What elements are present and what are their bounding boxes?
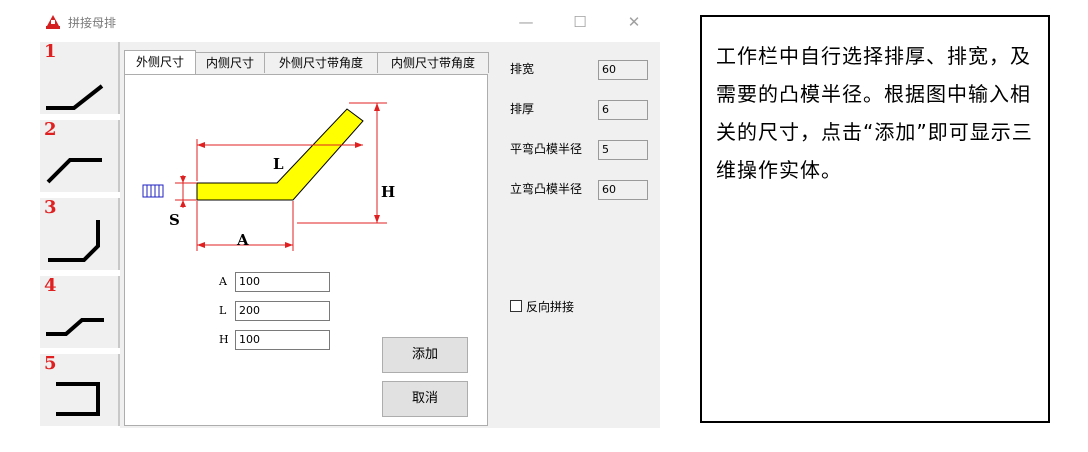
instruction-text: 工作栏中自行选择排厚、排宽，及需要的凸模半径。根据图中输入相关的尺寸，点击“添加… — [716, 44, 1033, 182]
tab-inner-size[interactable]: 内侧尺寸 — [195, 52, 265, 73]
param-label-width: 排宽 — [510, 62, 535, 76]
busbar-diagram — [142, 102, 387, 251]
dim-label-H: H — [381, 183, 396, 201]
input-label-H: H — [219, 333, 229, 346]
reverse-checkbox-label: 反向拼接 — [526, 300, 575, 314]
param-edge-punch-radius-field[interactable]: 60 — [598, 180, 648, 200]
param-label-edge-punch-radius: 立弯凸模半径 — [510, 182, 583, 196]
window-title: 拼接母排 — [68, 16, 117, 30]
bend-shape-5-icon — [56, 382, 100, 416]
tab-outer-size[interactable]: 外侧尺寸 — [124, 50, 196, 75]
title-bar: 拼接母排 — ☐ ✕ — [40, 8, 660, 36]
input-A[interactable]: 100 — [235, 272, 330, 292]
sidebar-item-shape-5[interactable]: 5 — [40, 354, 120, 426]
section-icon — [142, 184, 164, 198]
bend-shape-4-icon — [46, 318, 104, 336]
reverse-checkbox[interactable] — [510, 300, 522, 312]
tab-page-outer-size: L H A S A 100 L 200 H 100 添加 取消 — [124, 74, 488, 426]
dim-label-S: S — [169, 211, 180, 229]
maximize-button[interactable]: ☐ — [568, 12, 592, 32]
tab-inner-size-angle[interactable]: 内侧尺寸带角度 — [377, 52, 489, 73]
input-label-A: A — [219, 275, 227, 288]
minimize-button[interactable]: — — [514, 12, 538, 32]
app-window: 拼接母排 — ☐ ✕ 1 2 3 4 5 外侧尺寸 内侧尺寸 外侧尺寸带角度 内… — [40, 8, 660, 428]
input-H[interactable]: 100 — [235, 330, 330, 350]
dim-label-A: A — [237, 231, 249, 249]
param-label-thickness: 排厚 — [510, 102, 535, 116]
param-flat-punch-radius-field[interactable]: 5 — [598, 140, 648, 160]
app-logo-icon — [44, 14, 62, 30]
sidebar-item-shape-3[interactable]: 3 — [40, 198, 120, 270]
param-label-flat-punch-radius: 平弯凸模半径 — [510, 142, 583, 156]
shape-sidebar: 1 2 3 4 5 — [40, 42, 120, 428]
sidebar-item-shape-2[interactable]: 2 — [40, 120, 120, 192]
cancel-button[interactable]: 取消 — [382, 381, 468, 417]
param-thickness-field[interactable]: 6 — [598, 100, 648, 120]
bend-shape-3-icon — [48, 220, 100, 262]
main-panel: 外侧尺寸 内侧尺寸 外侧尺寸带角度 内侧尺寸带角度 L H A S A 100 … — [120, 42, 660, 428]
input-label-L: L — [219, 304, 227, 317]
close-button[interactable]: ✕ — [622, 12, 646, 32]
bend-shape-1-icon — [46, 84, 104, 110]
param-width-field[interactable]: 60 — [598, 60, 648, 80]
instruction-note: 工作栏中自行选择排厚、排宽，及需要的凸模半径。根据图中输入相关的尺寸，点击“添加… — [700, 15, 1050, 423]
sidebar-item-shape-4[interactable]: 4 — [40, 276, 120, 348]
dim-label-L: L — [273, 155, 284, 173]
tab-outer-size-angle[interactable]: 外侧尺寸带角度 — [264, 52, 378, 73]
bend-shape-2-icon — [46, 158, 102, 184]
sidebar-item-shape-1[interactable]: 1 — [40, 42, 120, 114]
add-button[interactable]: 添加 — [382, 337, 468, 373]
input-L[interactable]: 200 — [235, 301, 330, 321]
